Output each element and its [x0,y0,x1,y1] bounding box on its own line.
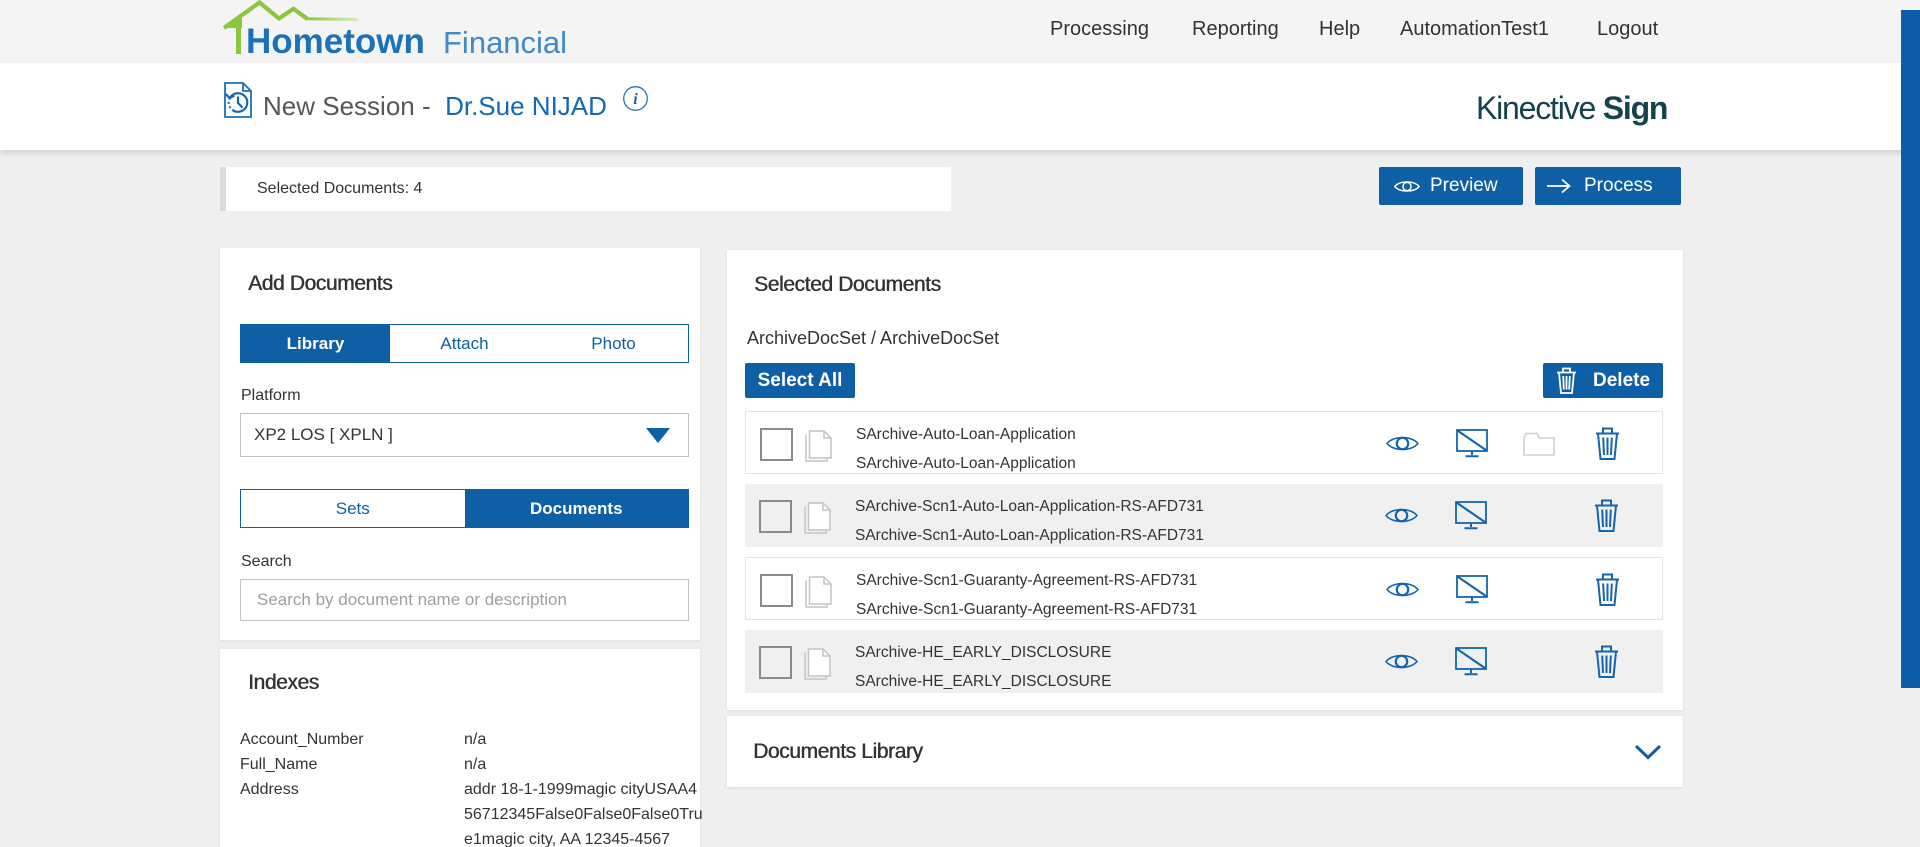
svg-text:i: i [633,91,638,108]
svg-text:Financial: Financial [443,25,567,60]
svg-text:Hometown: Hometown [246,22,425,61]
